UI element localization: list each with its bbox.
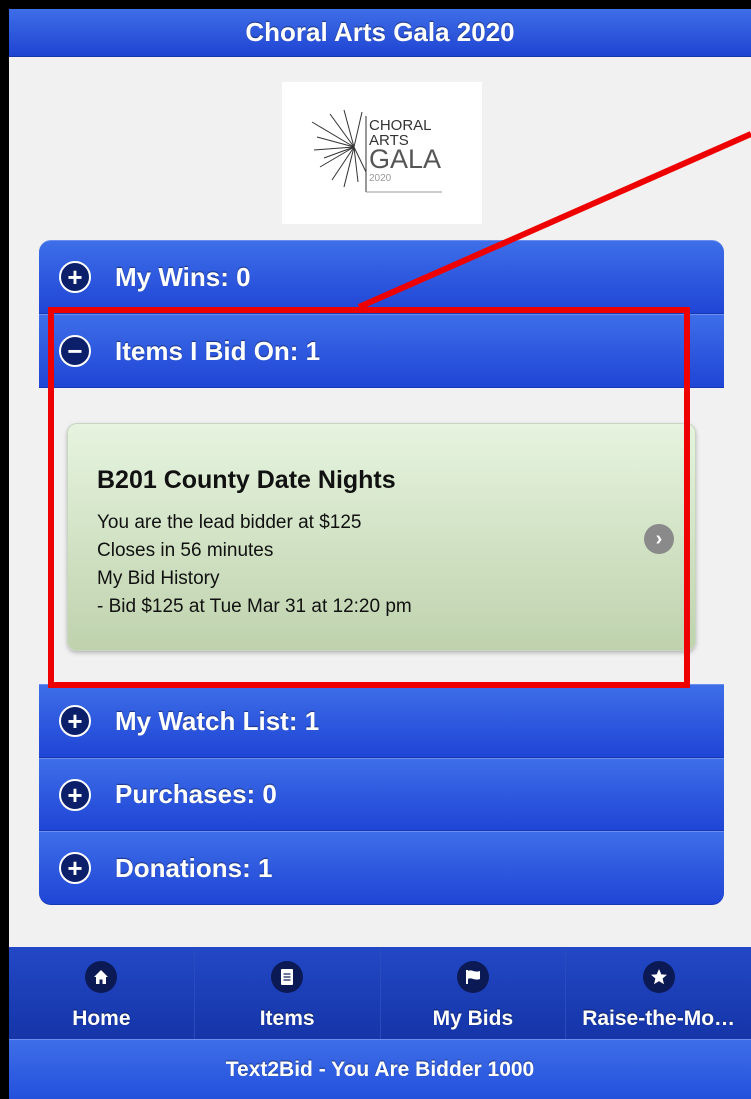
section-my-watch-list[interactable]: + My Watch List: 1 [39,684,724,758]
nav-home[interactable]: Home [9,947,195,1039]
home-icon [85,961,118,993]
document-icon [271,961,304,993]
plus-icon: + [59,852,91,884]
nav-raise-the-money[interactable]: Raise-the-Mo… [566,947,751,1039]
plus-icon: + [59,705,91,737]
nav-my-bids[interactable]: My Bids [381,947,567,1039]
nav-label: Items [259,1007,315,1030]
star-icon [642,961,675,993]
section-label: My Watch List: 1 [115,705,320,736]
section-purchases[interactable]: + Purchases: 0 [39,758,724,831]
nav-items[interactable]: Items [195,947,381,1039]
plus-icon: + [59,778,91,811]
app-screen: Choral Arts Gala 2020 CHORAL ARTS GALA 2… [9,9,751,1099]
annotation-arrow-line [357,131,751,310]
flag-icon [456,961,489,993]
section-label: Donations: 1 [115,852,273,883]
nav-label: Home [72,1007,131,1030]
bottom-nav: Home Items My Bids Raise-the-Mo… [9,947,751,1039]
annotation-highlight-box [48,307,690,688]
nav-label: My Bids [432,1007,514,1030]
section-donations[interactable]: + Donations: 1 [39,831,724,905]
footer-status: Text2Bid - You Are Bidder 1000 [9,1039,751,1099]
nav-label: Raise-the-Mo… [582,1007,736,1030]
section-label: Purchases: 0 [115,779,277,809]
